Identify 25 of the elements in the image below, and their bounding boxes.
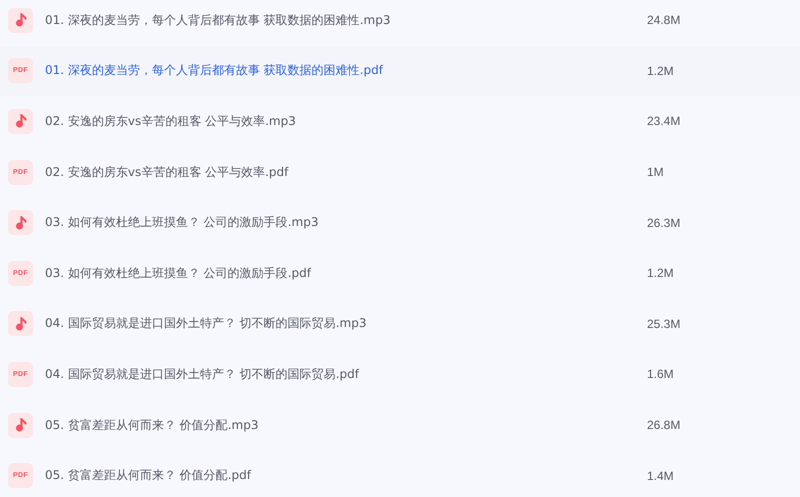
file-size: 24.8M — [647, 13, 680, 28]
file-size: 1.6M — [647, 367, 674, 382]
file-name: 04. 国际贸易就是进口国外土特产？ 切不断的国际贸易.mp3 — [45, 315, 368, 332]
file-size: 26.3M — [647, 216, 680, 230]
file-size: 1.2M — [647, 266, 674, 280]
file-name: 04. 国际贸易就是进口国外土特产？ 切不断的国际贸易.pdf — [45, 366, 360, 383]
music-note-icon — [8, 412, 33, 438]
music-note-icon — [8, 108, 33, 134]
file-size: 1.2M — [647, 64, 674, 78]
file-name: 03. 如何有效杜绝上班摸鱼？ 公司的激励手段.pdf — [45, 264, 312, 282]
music-note-icon — [8, 311, 33, 336]
file-size: 25.3M — [647, 316, 680, 331]
file-name: 02. 安逸的房东vs辛苦的租客 公平与效率.pdf — [45, 164, 290, 181]
file-size: 26.8M — [647, 418, 680, 432]
file-name: 05. 贫富差距从何而来？ 价值分配.pdf — [45, 467, 252, 484]
music-note-icon — [8, 8, 33, 33]
file-size: 1.4M — [647, 468, 674, 483]
file-name: 01. 深夜的麦当劳，每个人背后都有故事 获取数据的困难性.pdf — [45, 62, 384, 80]
file-size: 1M — [647, 165, 664, 180]
file-name: 01. 深夜的麦当劳，每个人背后都有故事 获取数据的困难性.mp3 — [45, 12, 392, 29]
music-note-icon — [8, 210, 33, 236]
file-name: 03. 如何有效杜绝上班摸鱼？ 公司的激励手段.mp3 — [45, 214, 320, 232]
file-name: 05. 贫富差距从何而来？ 价值分配.mp3 — [45, 416, 260, 434]
file-size: 23.4M — [647, 114, 680, 128]
file-name: 02. 安逸的房东vs辛苦的租客 公平与效率.mp3 — [45, 112, 297, 130]
